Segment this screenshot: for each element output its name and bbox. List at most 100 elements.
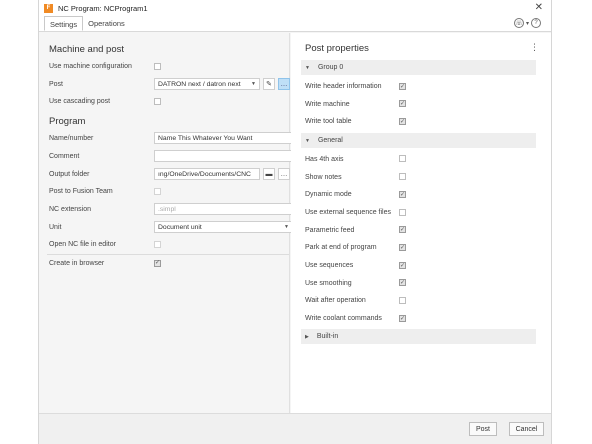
post-properties-pane: Post properties ⋮ ▼ Group 0 Write header…	[291, 33, 551, 413]
use-machine-configuration-label: Use machine configuration	[49, 62, 132, 70]
open-nc-file-label: Open NC file in editor	[49, 240, 116, 248]
name-number-input[interactable]: Name This Whatever You Want	[154, 132, 293, 144]
prop-row: Park at end of program	[305, 240, 400, 254]
post-select-value: DATRON next / datron next	[158, 80, 241, 88]
builtin-header[interactable]: ▶ Built-in	[301, 329, 536, 344]
ellipsis-icon: …	[280, 80, 288, 88]
use-machine-configuration-row: Use machine configuration	[49, 59, 287, 73]
cancel-button[interactable]: Cancel	[509, 422, 544, 436]
wait-after-operation-checkbox[interactable]	[399, 297, 406, 304]
dialog-footer: Post Cancel	[39, 413, 551, 444]
caret-down-icon: ▼	[305, 64, 310, 71]
window-title: NC Program: NCProgram1	[58, 3, 148, 13]
use-smoothing-checkbox[interactable]: ✓	[399, 279, 406, 286]
tab-bar-icons: ☏ ▾ ?	[513, 18, 541, 28]
open-nc-file-checkbox[interactable]	[154, 240, 161, 248]
unit-select-value: Document unit	[158, 223, 202, 231]
section-divider	[47, 254, 289, 255]
post-to-fusion-team-row: Post to Fusion Team	[49, 184, 287, 198]
park-at-end-of-program-checkbox[interactable]: ✓	[399, 244, 406, 251]
has-4th-axis-checkbox[interactable]	[399, 155, 406, 162]
write-coolant-commands-checkbox[interactable]: ✓	[399, 315, 406, 322]
comment-input[interactable]	[154, 150, 293, 162]
group-0-label: Group 0	[317, 64, 344, 71]
create-in-browser-checkbox[interactable]: ✓	[154, 259, 161, 267]
write-header-information-checkbox[interactable]: ✓	[399, 83, 406, 90]
comment-label: Comment	[49, 152, 80, 160]
unit-row: Unit Document unit ▼	[49, 220, 293, 234]
machine-and-post-title: Machine and post	[49, 44, 124, 55]
tab-settings[interactable]: Settings	[44, 16, 84, 31]
post-properties-title: Post properties	[305, 43, 369, 54]
settings-pane: Machine and post Use machine configurati…	[39, 33, 293, 413]
use-cascading-post-row: Use cascading post	[49, 94, 287, 108]
ellipsis-icon: …	[280, 170, 288, 178]
more-vertical-icon[interactable]: ⋮	[530, 42, 539, 53]
unit-label: Unit	[49, 223, 62, 231]
caret-down-icon: ▼	[305, 137, 310, 144]
post-row: Post DATRON next / datron next ▼ ✎ …	[49, 77, 290, 91]
general-header[interactable]: ▼ General	[301, 133, 536, 148]
browse-folder-button[interactable]: …	[278, 168, 290, 180]
write-machine-checkbox[interactable]: ✓	[399, 100, 406, 107]
pencil-icon: ✎	[266, 81, 272, 88]
post-select[interactable]: DATRON next / datron next ▼	[154, 78, 260, 90]
use-sequences-checkbox[interactable]: ✓	[399, 262, 406, 269]
use-external-sequence-files-checkbox[interactable]	[399, 209, 406, 216]
use-cascading-post-checkbox[interactable]	[154, 97, 161, 105]
group-0-header[interactable]: ▼ Group 0	[301, 60, 536, 75]
prop-label: Use smoothing	[305, 279, 352, 287]
name-number-label: Name/number	[49, 134, 94, 142]
unit-select[interactable]: Document unit ▼	[154, 221, 293, 233]
chevron-down-icon[interactable]: ▾	[526, 20, 529, 27]
parametric-feed-checkbox[interactable]: ✓	[399, 226, 406, 233]
post-to-fusion-team-label: Post to Fusion Team	[49, 187, 113, 195]
tab-bar: Settings Operations ☏ ▾ ?	[39, 16, 551, 32]
builtin-label: Built-in	[316, 333, 339, 340]
prop-label: Use sequences	[305, 261, 354, 269]
create-in-browser-label: Create in browser	[49, 259, 105, 267]
nc-program-dialog: F NC Program: NCProgram1 ✕ Settings Oper…	[38, 0, 552, 444]
prop-row: Use external sequence files	[305, 205, 400, 219]
folder-icon: ▬	[265, 170, 273, 178]
prop-label: Has 4th axis	[305, 155, 344, 163]
title-bar: F NC Program: NCProgram1 ✕	[39, 0, 551, 16]
tab-operations[interactable]: Operations	[83, 16, 130, 31]
prop-label: Park at end of program	[305, 243, 377, 251]
dialog-content: Machine and post Use machine configurati…	[39, 33, 551, 413]
headset-icon[interactable]: ☏	[513, 18, 524, 28]
prop-row: Wait after operation	[305, 293, 400, 307]
prop-label: Write tool table	[305, 117, 352, 125]
prop-row: Has 4th axis	[305, 152, 400, 166]
prop-row: Write machine	[305, 97, 400, 111]
edit-post-button[interactable]: ✎	[263, 78, 275, 90]
chevron-down-icon: ▼	[284, 224, 289, 230]
write-tool-table-checkbox[interactable]: ✓	[399, 118, 406, 125]
prop-row: Use sequences	[305, 258, 400, 272]
nc-extension-row: NC extension .simpl	[49, 202, 293, 216]
program-title: Program	[49, 116, 86, 127]
prop-row: Dynamic mode	[305, 187, 400, 201]
prop-row: Use smoothing	[305, 276, 400, 290]
open-folder-button[interactable]: ▬	[263, 168, 275, 180]
show-notes-checkbox[interactable]	[399, 173, 406, 180]
create-in-browser-row: Create in browser ✓	[49, 256, 287, 270]
post-to-fusion-team-checkbox[interactable]	[154, 187, 161, 195]
help-icon[interactable]: ?	[531, 18, 541, 28]
dynamic-mode-checkbox[interactable]: ✓	[399, 191, 406, 198]
output-folder-label: Output folder	[49, 170, 90, 178]
close-icon[interactable]: ✕	[535, 2, 543, 13]
prop-label: Dynamic mode	[305, 190, 352, 198]
chevron-down-icon: ▼	[251, 81, 256, 87]
use-machine-configuration-checkbox[interactable]	[154, 62, 161, 70]
name-number-row: Name/number Name This Whatever You Want	[49, 131, 293, 145]
nc-extension-label: NC extension	[49, 205, 92, 213]
prop-row: Write header information	[305, 79, 400, 93]
browse-post-button[interactable]: …	[278, 78, 290, 90]
prop-label: Write header information	[305, 82, 382, 90]
post-button[interactable]: Post	[469, 422, 497, 436]
fusion-app-icon: F	[44, 3, 53, 13]
general-label: General	[317, 137, 343, 144]
nc-extension-input[interactable]: .simpl	[154, 203, 293, 215]
output-folder-input[interactable]: ıng/OneDrive/Documents/CNC	[154, 168, 260, 180]
